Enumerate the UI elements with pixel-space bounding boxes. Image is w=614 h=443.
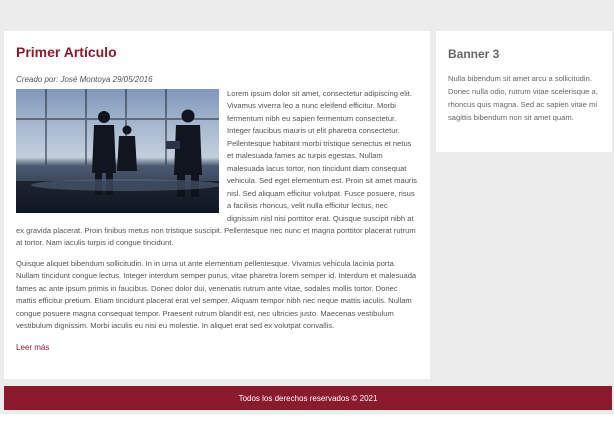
banner-text: Nulla bibendum sit amet arcu a sollicitu… <box>448 74 598 122</box>
article-meta: Creado por: José Montoya 29/05/2016 <box>16 75 153 84</box>
banner-3-card: Banner 3 Nulla bibendum sit amet arcu a … <box>436 31 612 152</box>
footer-text: Todos los derechos reservados © 2021 <box>238 393 378 403</box>
banner-title: Banner 3 <box>448 47 500 61</box>
article-paragraph-2: Quisque aliquet bibendum sollicitudin. I… <box>16 258 417 331</box>
photo-illustration <box>16 89 219 213</box>
business-people-photo <box>16 89 219 213</box>
top-strip <box>0 0 614 27</box>
article-card: Primer Artículo Creado por: José Montoya… <box>4 31 430 379</box>
footer: Todos los derechos reservados © 2021 <box>4 386 612 410</box>
article-title: Primer Artículo <box>16 44 117 60</box>
read-more-link[interactable]: Leer más <box>16 343 49 352</box>
bottom-strip <box>0 414 614 443</box>
